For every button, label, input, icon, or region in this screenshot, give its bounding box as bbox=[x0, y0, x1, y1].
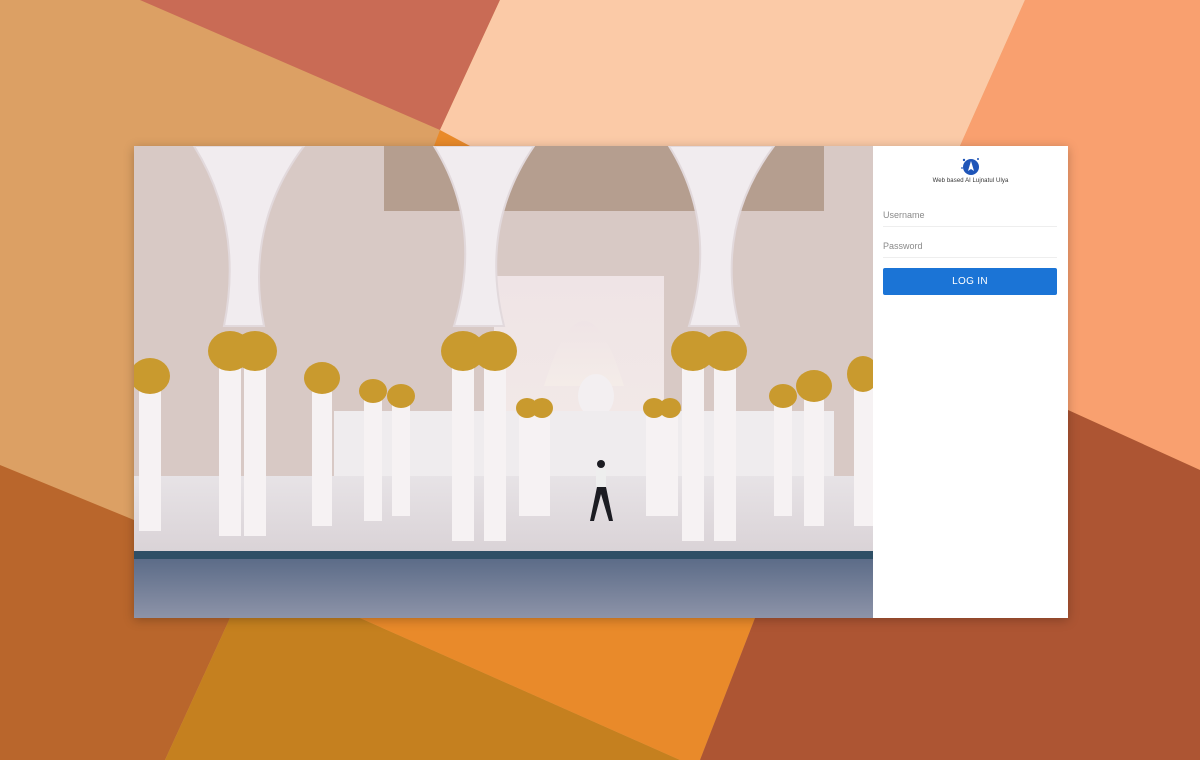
login-panel: Web based Al Lujnatul Ulya LOG IN bbox=[873, 146, 1068, 618]
logo bbox=[873, 156, 1068, 178]
app-subtitle: Web based Al Lujnatul Ulya bbox=[932, 178, 1009, 184]
mosque-star-logo-icon bbox=[960, 158, 979, 175]
login-button[interactable]: LOG IN bbox=[883, 268, 1057, 295]
username-input[interactable] bbox=[883, 204, 1057, 227]
password-input[interactable] bbox=[883, 235, 1057, 258]
login-card: Web based Al Lujnatul Ulya LOG IN bbox=[134, 146, 1068, 618]
mosque-arcade-image bbox=[134, 146, 873, 618]
hero-photo bbox=[134, 146, 873, 618]
